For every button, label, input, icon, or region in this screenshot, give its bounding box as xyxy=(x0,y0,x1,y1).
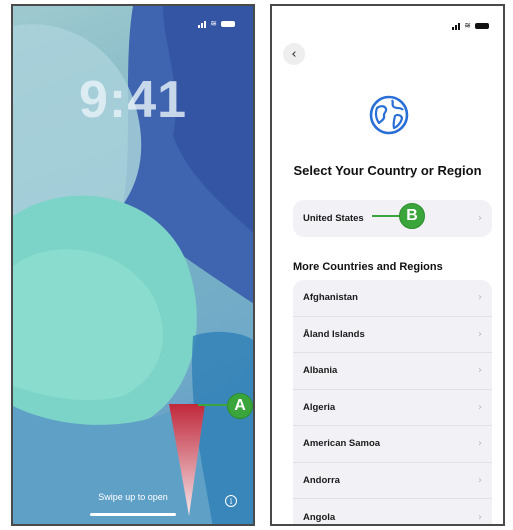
chevron-right-icon: › xyxy=(478,212,482,224)
lock-screen: ≋ 9:41 Swipe up to open i xyxy=(11,4,255,526)
battery-icon xyxy=(221,21,235,27)
country-list: Afghanistan › Åland Islands › Albania › … xyxy=(293,280,492,524)
chevron-right-icon: › xyxy=(478,292,482,304)
section-header: More Countries and Regions xyxy=(293,261,443,273)
home-indicator[interactable] xyxy=(90,513,176,516)
status-bar: ≋ xyxy=(452,22,489,30)
country-item-american-samoa[interactable]: American Samoa › xyxy=(293,426,492,463)
wifi-icon: ≋ xyxy=(210,19,217,28)
selected-country-card: United States › xyxy=(293,200,492,237)
country-label: Albania xyxy=(303,365,338,377)
country-item-albania[interactable]: Albania › xyxy=(293,353,492,390)
country-item-angola[interactable]: Angola › xyxy=(293,499,492,524)
page-title: Select Your Country or Region xyxy=(293,163,482,178)
country-item-algeria[interactable]: Algeria › xyxy=(293,390,492,426)
country-item-afghanistan[interactable]: Afghanistan › xyxy=(293,280,492,317)
status-bar: ≋ xyxy=(198,20,235,28)
selected-country-label: United States xyxy=(303,212,364,224)
callout-b: B xyxy=(399,203,425,229)
chevron-right-icon: › xyxy=(478,401,482,413)
chevron-right-icon: › xyxy=(478,328,482,340)
signal-icon xyxy=(452,22,461,30)
country-item-aland-islands[interactable]: Åland Islands › xyxy=(293,317,492,353)
country-label: Afghanistan xyxy=(303,292,358,304)
country-label: Andorra xyxy=(303,474,340,486)
swipe-up-hint: Swipe up to open xyxy=(98,492,168,502)
wifi-icon: ≋ xyxy=(464,21,471,30)
country-select-screen: ≋ ‹ Select Your Country or Region United… xyxy=(270,4,505,526)
country-label: Algeria xyxy=(303,401,336,413)
signal-icon xyxy=(198,20,207,28)
back-chevron-icon: ‹ xyxy=(291,46,297,62)
country-item-andorra[interactable]: Andorra › xyxy=(293,463,492,499)
globe-icon xyxy=(369,95,409,135)
chevron-right-icon: › xyxy=(478,474,482,486)
selected-country-row[interactable]: United States › xyxy=(293,200,492,237)
country-label: Åland Islands xyxy=(303,328,365,340)
chevron-right-icon: › xyxy=(478,511,482,523)
callout-a: A xyxy=(227,393,253,419)
callout-a-line xyxy=(198,404,230,406)
callout-b-line xyxy=(372,215,402,217)
back-button[interactable]: ‹ xyxy=(283,43,305,65)
country-label: Angola xyxy=(303,511,336,523)
country-label: American Samoa xyxy=(303,438,381,450)
battery-icon xyxy=(475,23,489,29)
lock-time: 9:41 xyxy=(78,71,188,129)
info-icon[interactable]: i xyxy=(225,495,237,507)
chevron-right-icon: › xyxy=(478,365,482,377)
chevron-right-icon: › xyxy=(478,438,482,450)
